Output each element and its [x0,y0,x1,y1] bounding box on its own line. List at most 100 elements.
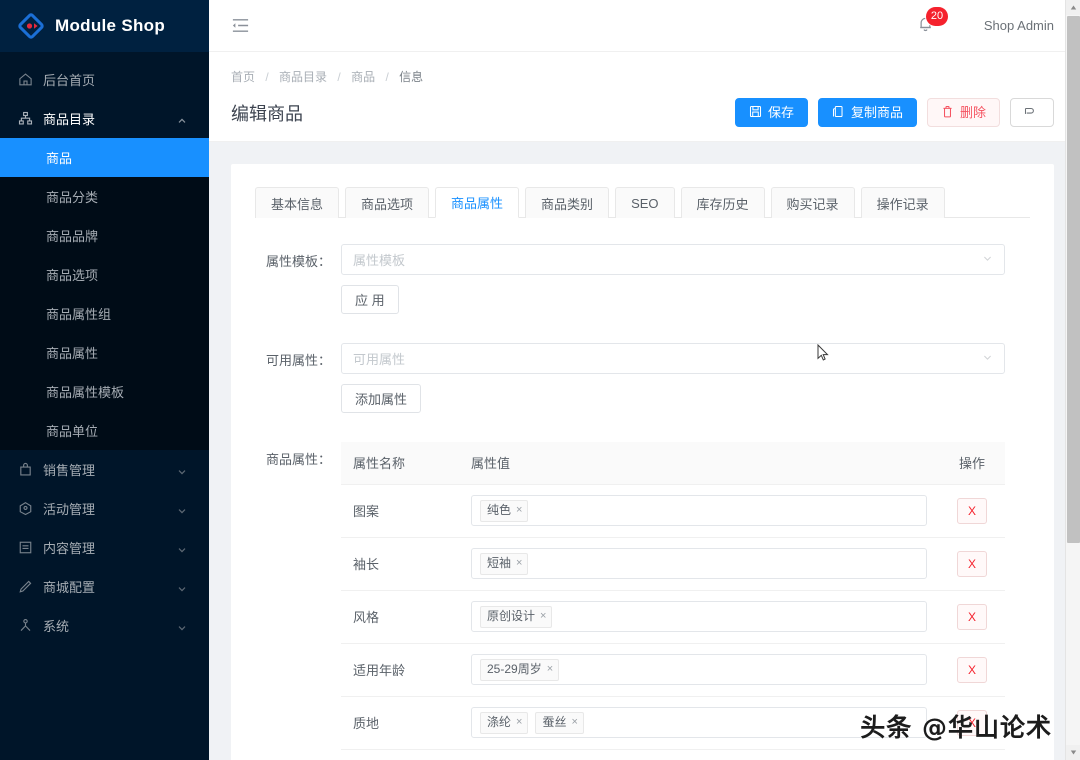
close-icon[interactable]: × [540,608,546,625]
close-icon[interactable]: × [571,714,577,731]
table-row: 风格 原创设计 × X [341,590,1005,644]
tab-basic-info[interactable]: 基本信息 [255,187,340,218]
remove-attribute-button[interactable]: X [957,603,987,630]
attribute-template-select[interactable]: 属性模板 [341,244,1005,275]
attribute-value-input[interactable]: 25-29周岁 × [471,654,927,685]
attribute-name: 图案 [341,484,459,538]
copy-product-button[interactable]: 复制商品 [817,98,917,127]
tab-stock-history[interactable]: 库存历史 [680,187,765,218]
value-tag-label: 纯色 [487,502,512,517]
chevron-up-icon [177,114,187,124]
sidebar-item-label: 系统 [43,619,70,634]
column-header-name: 属性名称 [341,442,459,485]
attribute-name: 质地 [341,696,459,750]
column-header-value: 属性值 [459,442,939,485]
remove-attribute-button[interactable]: X [957,550,987,577]
back-button[interactable] [1010,98,1054,127]
close-icon[interactable]: × [516,714,522,731]
breadcrumb-item-home[interactable]: 首页 [231,70,255,84]
sidebar-item-categories[interactable]: 商品分类 [0,177,209,216]
scroll-down-arrow-icon[interactable] [1066,745,1080,760]
sidebar-item-shop-settings[interactable]: 商城配置 [0,567,209,606]
remove-attribute-button[interactable]: X [957,656,987,683]
sidebar-item-dashboard[interactable]: 后台首页 [0,60,209,99]
chevron-down-icon [982,351,993,366]
tag-icon [18,501,33,516]
attribute-template-control: 属性模板 应 用 [341,244,1005,314]
close-icon[interactable]: × [516,502,522,519]
attributes-table: 属性名称 属性值 操作 图案 纯色 × X 袖长 短袖 × X 风格 原创设计 … [341,442,1005,760]
tab-label: 基本信息 [271,196,324,212]
attribute-value-input[interactable]: 短袖 × [471,548,927,579]
chevron-down-icon [982,252,993,267]
tab-label: 商品类别 [541,196,594,212]
close-icon[interactable]: × [516,555,522,572]
home-icon [18,72,33,87]
sidebar-subitem-label: 商品属性模板 [46,385,125,400]
tab-seo[interactable]: SEO [615,187,675,218]
sidebar-subitem-label: 商品分类 [46,190,99,205]
value-tag[interactable]: 纯色 × [480,499,529,522]
attribute-value-input[interactable]: 纯色 × [471,495,927,526]
page-scrollbar[interactable] [1065,0,1080,760]
value-tag[interactable]: 25-29周岁 × [480,658,560,681]
breadcrumb-item-catalog[interactable]: 商品目录 [279,70,327,84]
sidebar-item-attribute-groups[interactable]: 商品属性组 [0,294,209,333]
tab-purchase-records[interactable]: 购买记录 [770,187,855,218]
attributes-table-body: 图案 纯色 × X 袖长 短袖 × X 风格 原创设计 × X 适用年龄 25-… [341,484,1005,760]
apply-template-button[interactable]: 应 用 [341,285,399,314]
add-attribute-button[interactable]: 添加属性 [341,384,422,413]
tab-product-categories[interactable]: 商品类别 [525,187,610,218]
available-attribute-select[interactable]: 可用属性 [341,343,1005,374]
value-tag[interactable]: 蚕丝 × [535,711,584,734]
value-tag[interactable]: 短袖 × [480,552,529,575]
save-button-label: 保存 [767,105,794,120]
sidebar-subitem-label: 商品 [46,151,73,166]
sidebar-item-label: 内容管理 [43,541,96,556]
table-row: 适用年龄 25-29周岁 × X [341,643,1005,697]
value-tag[interactable]: 涤纶 × [480,711,529,734]
attribute-action-cell: X [939,590,1005,644]
sidebar-item-content[interactable]: 内容管理 [0,528,209,567]
remove-attribute-button[interactable]: X [957,497,987,524]
value-tag[interactable]: 原创设计 × [480,605,553,628]
sidebar-item-products[interactable]: 商品 [0,138,209,177]
page-actions: 保存 复制商品 删除 [734,98,1054,127]
sidebar-item-brands[interactable]: 商品品牌 [0,216,209,255]
notification-bell[interactable]: 20 [916,6,949,38]
table-row: 袖长 短袖 × X [341,537,1005,591]
sidebar-item-campaigns[interactable]: 活动管理 [0,489,209,528]
delete-button[interactable]: 删除 [926,98,1000,127]
sidebar-menu: 后台首页 商品目录 商品 商品分类 商品品牌 商品选项 商品属性组 商品属性 商… [0,52,209,760]
sidebar-item-system[interactable]: 系统 [0,606,209,645]
attribute-value-input[interactable]: 原创设计 × [471,601,927,632]
tab-operation-logs[interactable]: 操作记录 [860,187,945,218]
tab-product-options[interactable]: 商品选项 [345,187,430,218]
sidebar-item-attributes[interactable]: 商品属性 [0,333,209,372]
table-row: 质地 涤纶 × 蚕丝 × X [341,696,1005,750]
tab-product-attributes[interactable]: 商品属性 [435,187,520,218]
tab-label: 操作记录 [876,196,929,212]
tab-label: 购买记录 [786,196,839,212]
sidebar-item-options[interactable]: 商品选项 [0,255,209,294]
admin-user-label[interactable]: Shop Admin [984,18,1054,33]
value-tag-label: 原创设计 [487,608,536,623]
attribute-values-cell: 短袖 × [459,537,939,591]
sidebar-item-sales[interactable]: 销售管理 [0,450,209,489]
remove-attribute-button[interactable]: X [957,709,987,736]
save-button[interactable]: 保存 [734,98,808,127]
breadcrumb-item-products[interactable]: 商品 [351,70,375,84]
attribute-name: 袖长 [341,537,459,591]
breadcrumb: 首页 / 商品目录 / 商品 / 信息 [231,68,1054,85]
scroll-up-arrow-icon[interactable] [1066,0,1080,15]
brand-header[interactable]: Module Shop [0,0,209,52]
sidebar-item-units[interactable]: 商品单位 [0,411,209,450]
attribute-action-cell: X [939,643,1005,697]
menu-fold-icon[interactable] [229,15,251,37]
tab-label: 库存历史 [696,196,749,212]
sidebar-item-catalog[interactable]: 商品目录 [0,99,209,138]
scrollbar-thumb[interactable] [1067,16,1080,543]
sidebar-item-attribute-templates[interactable]: 商品属性模板 [0,372,209,411]
attribute-value-input[interactable]: 涤纶 × 蚕丝 × [471,707,927,738]
close-icon[interactable]: × [547,661,553,678]
